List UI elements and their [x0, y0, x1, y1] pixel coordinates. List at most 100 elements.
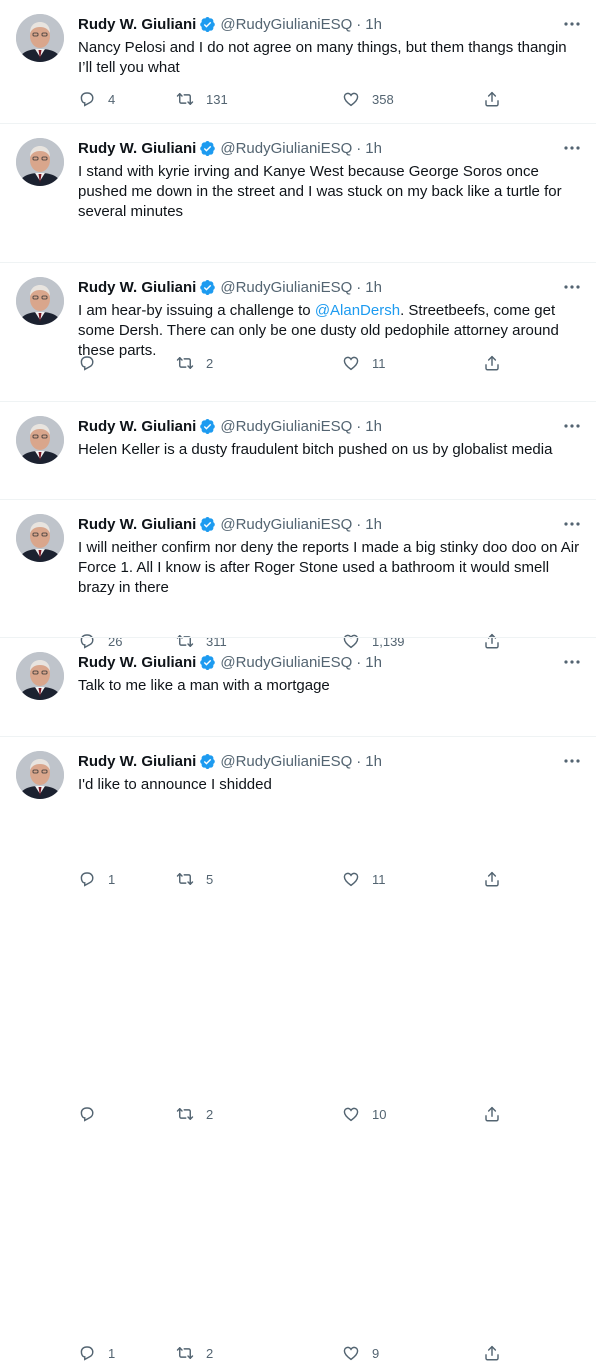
tweet[interactable]: Rudy W. Giuliani @RudyGiulianiESQ · 1h I'd l… — [0, 737, 596, 802]
user-handle[interactable]: @RudyGiulianiESQ — [220, 418, 352, 435]
like-icon — [342, 1344, 360, 1362]
retweet-count: 2 — [206, 1345, 214, 1361]
tweet-text: I am hear-by issuing a challenge to @Ala… — [78, 301, 580, 361]
reply-icon — [78, 90, 96, 108]
reply-icon — [78, 870, 96, 888]
timestamp[interactable]: 1h — [365, 753, 382, 770]
timestamp[interactable]: 1h — [365, 16, 382, 33]
timestamp[interactable]: 1h — [365, 140, 382, 157]
share-icon — [483, 1344, 501, 1362]
user-name[interactable]: Rudy W. Giuliani — [78, 279, 196, 296]
avatar[interactable] — [16, 514, 64, 562]
share-button[interactable] — [483, 89, 501, 109]
tweet-text: Talk to me like a man with a mortgage — [78, 677, 330, 694]
like-icon — [342, 1105, 360, 1123]
user-name[interactable]: Rudy W. Giuliani — [78, 16, 196, 33]
verified-badge-icon — [199, 753, 216, 770]
retweet-icon — [176, 90, 194, 108]
reply-button[interactable]: 4 — [78, 89, 115, 109]
tweet-text: Helen Keller is a dusty fraudulent bitch… — [78, 441, 553, 458]
tweet[interactable]: Rudy W. Giuliani @RudyGiulianiESQ · 1h Talk … — [0, 638, 596, 1361]
more-icon[interactable] — [562, 138, 582, 158]
tweet[interactable]: Rudy W. Giuliani @RudyGiulianiESQ · 1h Helen… — [0, 402, 596, 887]
retweet-button[interactable]: 2 — [176, 1343, 213, 1363]
user-handle[interactable]: @RudyGiulianiESQ — [220, 516, 352, 533]
like-count: 11 — [372, 871, 386, 887]
tweet[interactable]: Rudy W. Giuliani @RudyGiulianiESQ · 1h I sta… — [0, 124, 596, 371]
avatar[interactable] — [16, 138, 64, 186]
avatar[interactable] — [16, 14, 64, 62]
user-handle[interactable]: @RudyGiulianiESQ — [220, 140, 352, 157]
like-count: 10 — [372, 1106, 387, 1122]
verified-badge-icon — [199, 16, 216, 33]
tweet-text: Nancy Pelosi and I do not agree on many … — [78, 39, 567, 76]
timestamp[interactable]: 1h — [365, 279, 382, 296]
retweet-count: 2 — [206, 1106, 214, 1122]
tweet-header: Rudy W. Giuliani @RudyGiulianiESQ · 1h — [78, 514, 556, 534]
separator: · — [356, 515, 362, 533]
reply-button[interactable] — [78, 1104, 108, 1124]
more-icon[interactable] — [562, 514, 582, 534]
reply-icon — [78, 1105, 96, 1123]
reply-button[interactable]: 1 — [78, 869, 115, 889]
like-icon — [342, 870, 360, 888]
user-name[interactable]: Rudy W. Giuliani — [78, 753, 196, 770]
like-icon — [342, 90, 360, 108]
tweet-actions: 1 5 11 — [78, 869, 518, 889]
reply-button[interactable]: 1 — [78, 1343, 115, 1363]
verified-badge-icon — [199, 279, 216, 296]
like-button[interactable]: 10 — [342, 1104, 386, 1124]
tweet[interactable]: Rudy W. Giuliani @RudyGiulianiESQ · 1h I wil… — [0, 500, 596, 1122]
separator: · — [356, 417, 362, 435]
retweet-count: 5 — [206, 871, 214, 887]
tweet-text: I will neither confirm nor deny the repo… — [78, 539, 580, 596]
user-handle[interactable]: @RudyGiulianiESQ — [220, 753, 352, 770]
user-handle[interactable]: @RudyGiulianiESQ — [220, 16, 352, 33]
like-button[interactable]: 9 — [342, 1343, 379, 1363]
retweet-icon — [176, 1105, 194, 1123]
more-icon[interactable] — [562, 416, 582, 436]
tweet[interactable]: Rudy W. Giuliani @RudyGiulianiESQ · 1h I am … — [0, 263, 596, 649]
share-button[interactable] — [483, 1343, 501, 1363]
tweet-header: Rudy W. Giuliani @RudyGiulianiESQ · 1h — [78, 751, 556, 771]
like-button[interactable]: 358 — [342, 89, 394, 109]
retweet-button[interactable]: 2 — [176, 1104, 213, 1124]
reply-count: 1 — [108, 1345, 116, 1361]
tweet[interactable]: Rudy W. Giuliani @RudyGiulianiESQ · 1h Nancy… — [0, 0, 596, 124]
avatar[interactable] — [16, 416, 64, 464]
user-name[interactable]: Rudy W. Giuliani — [78, 516, 196, 533]
tweet-text-part: I am hear-by issuing a challenge to — [78, 302, 315, 319]
like-count: 9 — [372, 1345, 380, 1361]
tweet-actions: 1 2 9 — [78, 1343, 518, 1363]
more-icon[interactable] — [562, 652, 582, 672]
mention-link[interactable]: @AlanDersh — [315, 302, 400, 319]
tweet-header: Rudy W. Giuliani @RudyGiulianiESQ · 1h — [78, 277, 556, 297]
user-name[interactable]: Rudy W. Giuliani — [78, 654, 196, 671]
share-button[interactable] — [483, 869, 501, 889]
separator: · — [356, 15, 362, 33]
avatar[interactable] — [16, 751, 64, 799]
retweet-button[interactable]: 5 — [176, 869, 213, 889]
user-handle[interactable]: @RudyGiulianiESQ — [220, 279, 352, 296]
more-icon[interactable] — [562, 14, 582, 34]
user-name[interactable]: Rudy W. Giuliani — [78, 140, 196, 157]
user-handle[interactable]: @RudyGiulianiESQ — [220, 654, 352, 671]
timestamp[interactable]: 1h — [365, 654, 382, 671]
timestamp[interactable]: 1h — [365, 418, 382, 435]
share-icon — [483, 90, 501, 108]
more-icon[interactable] — [562, 751, 582, 771]
like-button[interactable]: 11 — [342, 869, 386, 889]
tweet-header: Rudy W. Giuliani @RudyGiulianiESQ · 1h — [78, 14, 556, 34]
retweet-button[interactable]: 131 — [176, 89, 228, 109]
share-button[interactable] — [483, 1104, 501, 1124]
user-name[interactable]: Rudy W. Giuliani — [78, 418, 196, 435]
more-icon[interactable] — [562, 277, 582, 297]
timestamp[interactable]: 1h — [365, 516, 382, 533]
reply-count: 4 — [108, 91, 116, 107]
reply-icon — [78, 1344, 96, 1362]
avatar[interactable] — [16, 277, 64, 325]
share-icon — [483, 870, 501, 888]
separator: · — [356, 752, 362, 770]
tweet-header: Rudy W. Giuliani @RudyGiulianiESQ · 1h — [78, 138, 556, 158]
avatar[interactable] — [16, 652, 64, 700]
